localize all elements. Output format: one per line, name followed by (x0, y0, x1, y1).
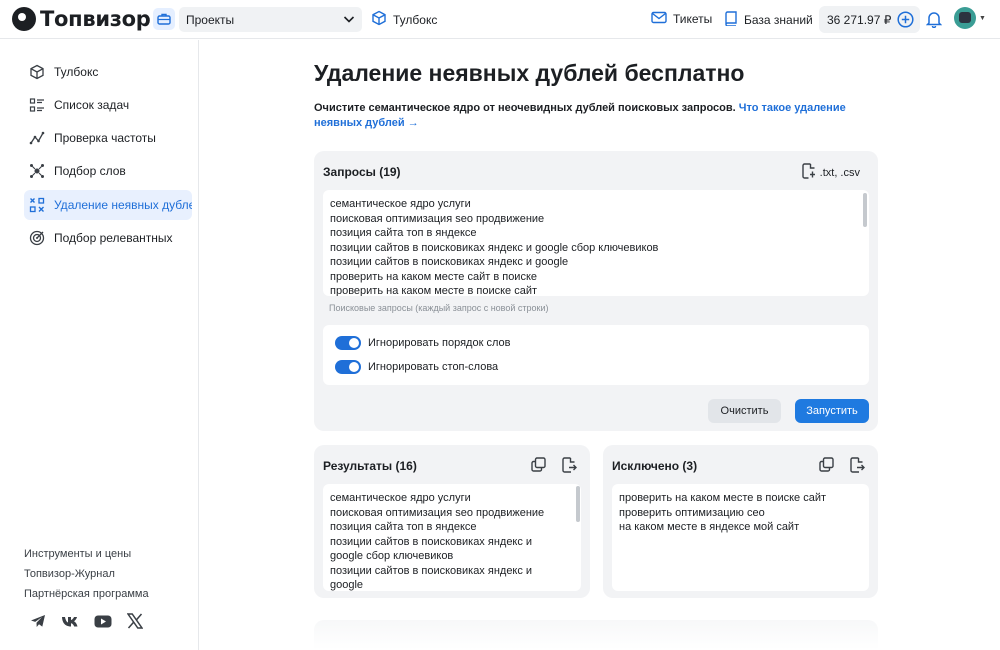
page-title: Удаление неявных дублей бесплатно (314, 60, 745, 86)
sidebar: Тулбокс Список задач Проверка частоты По… (0, 40, 199, 650)
balance-widget[interactable]: 36 271.97 ₽ (819, 6, 920, 33)
cube-icon (371, 10, 387, 29)
knowledge-base-label: База знаний (744, 13, 813, 27)
balance-value: 36 271.97 ₽ (827, 12, 892, 27)
queries-textarea[interactable]: семантическое ядро услуги поисковая опти… (323, 190, 869, 296)
book-icon (724, 11, 738, 29)
export-icon[interactable] (562, 457, 577, 478)
frequency-icon (29, 131, 45, 145)
sidebar-item-relevant[interactable]: Подбор релевантных (24, 223, 192, 253)
target-icon (29, 230, 45, 246)
excluded-line: проверить оптимизацию сео (619, 506, 765, 519)
run-button[interactable]: Запустить (795, 399, 869, 423)
tickets-link[interactable]: Тикеты (651, 11, 712, 27)
query-line: позиции сайтов в поисковиках яндекс и go… (330, 241, 659, 254)
query-line: проверить на каком месте в поиске сайт (330, 285, 538, 296)
sidebar-item-label: Список задач (54, 98, 130, 112)
query-line: позиции сайтов в поисковиках яндекс и go… (330, 256, 569, 268)
copy-icon[interactable] (819, 457, 834, 477)
results-title: Результаты (16) (323, 459, 417, 473)
logo-icon (12, 7, 36, 31)
list-icon (29, 98, 44, 112)
chevron-down-icon (342, 12, 356, 29)
excluded-textarea[interactable]: проверить на каком месте в поиске сайт п… (612, 484, 869, 591)
queries-title: Запросы (19) (323, 165, 401, 179)
projects-select-value: Проекты (186, 12, 235, 27)
x-icon[interactable] (126, 613, 144, 634)
result-line: google сбор ключевиков (330, 550, 454, 562)
social-links (30, 613, 144, 634)
queries-hint: Поисковые запросы (каждый запрос с новой… (329, 303, 549, 313)
results-card: Результаты (16) семантическое ядро услуг… (314, 445, 590, 598)
result-line: семантическое ядро услуги (330, 492, 471, 504)
query-line: проверить на каком месте сайт в поиске (330, 270, 538, 283)
sidebar-item-toolbox[interactable]: Тулбокс (24, 57, 192, 87)
toolbox-label: Тулбокс (393, 12, 438, 27)
words-icon (30, 164, 44, 178)
page-description: Очистите семантическое ядро от неочевидн… (314, 101, 874, 131)
ignore-word-order-toggle[interactable] (335, 336, 361, 350)
result-line: позиция сайта топ в яндексе (330, 521, 477, 533)
youtube-icon[interactable] (94, 615, 112, 633)
upload-file-button[interactable]: .txt, .csv (801, 163, 860, 182)
excluded-card: Исключено (3) проверить на каком месте в… (603, 445, 878, 598)
clear-button[interactable]: Очистить (708, 399, 781, 423)
sidebar-item-label: Проверка частоты (54, 131, 156, 145)
ignore-stop-words-option[interactable]: Игнорировать стоп-слова (335, 360, 498, 374)
result-line: позиции сайтов в поисковиках яндекс и (330, 535, 533, 548)
export-icon[interactable] (850, 457, 865, 478)
options-panel: Игнорировать порядок слов Игнорировать с… (323, 325, 869, 385)
query-line: позиция сайта топ в яндексе (330, 227, 477, 239)
next-card-edge (314, 620, 878, 650)
bell-icon[interactable] (925, 10, 943, 33)
vk-icon[interactable] (61, 615, 79, 633)
query-line: семантическое ядро услуги (330, 198, 471, 210)
knowledge-base-link[interactable]: База знаний (724, 11, 813, 29)
sidebar-item-label: Подбор релевантных (54, 231, 173, 245)
result-line: поисковая оптимизация seo продвижение (330, 506, 545, 519)
sidebar-item-label: Тулбокс (54, 65, 99, 79)
copy-icon[interactable] (531, 457, 546, 477)
tickets-label: Тикеты (673, 12, 713, 26)
sidebar-item-word-selection[interactable]: Подбор слов (24, 156, 192, 186)
description-text: Очистите семантическое ядро от неочевидн… (314, 102, 736, 114)
toolbox-link[interactable]: Тулбокс (371, 10, 437, 29)
excluded-line: проверить на каком месте в поиске сайт (619, 492, 827, 504)
sidebar-item-frequency[interactable]: Проверка частоты (24, 123, 192, 153)
results-textarea[interactable]: семантическое ядро услуги поисковая опти… (323, 484, 581, 591)
excluded-title: Исключено (3) (612, 459, 698, 473)
partner-program-link[interactable]: Партнёрская программа (24, 588, 149, 600)
sidebar-item-label: Удаление неявных дублей (54, 198, 192, 212)
sidebar-item-duplicates[interactable]: Удаление неявных дублей (24, 190, 192, 220)
add-funds-icon[interactable] (897, 11, 914, 31)
result-line: позиции сайтов в поисковиках яндекс и (330, 564, 533, 577)
telegram-icon[interactable] (30, 614, 46, 633)
excluded-line: на каком месте в яндексе мой сайт (619, 521, 800, 533)
option-label: Игнорировать порядок слов (368, 337, 511, 349)
tools-pricing-link[interactable]: Инструменты и цены (24, 548, 131, 560)
top-header: Топвизор Проекты Тулбокс Тикеты База зна… (0, 0, 1000, 39)
sidebar-item-task-list[interactable]: Список задач (24, 90, 192, 120)
ignore-stop-words-toggle[interactable] (335, 360, 361, 374)
journal-link[interactable]: Топвизор-Журнал (24, 568, 115, 580)
brand-name: Топвизор (40, 7, 151, 31)
queries-scrollbar[interactable] (863, 193, 867, 227)
upload-formats-label: .txt, .csv (819, 166, 860, 179)
option-label: Игнорировать стоп-слова (368, 361, 499, 373)
caret-down-icon[interactable]: ▼ (979, 15, 986, 22)
results-scrollbar[interactable] (576, 486, 580, 522)
file-upload-icon (801, 163, 816, 182)
briefcase-icon[interactable] (153, 8, 175, 30)
avatar[interactable] (954, 7, 976, 29)
queries-card: Запросы (19) .txt, .csv семантическое яд… (314, 151, 878, 431)
result-line: google (330, 579, 364, 591)
mail-icon (651, 11, 667, 27)
brand-logo[interactable]: Топвизор (12, 7, 151, 31)
sidebar-item-label: Подбор слов (54, 164, 126, 178)
cube-icon (30, 64, 44, 80)
duplicates-icon (29, 197, 45, 213)
ignore-word-order-option[interactable]: Игнорировать порядок слов (335, 336, 510, 350)
projects-select[interactable]: Проекты (179, 7, 362, 32)
query-line: поисковая оптимизация seo продвижение (330, 212, 545, 225)
